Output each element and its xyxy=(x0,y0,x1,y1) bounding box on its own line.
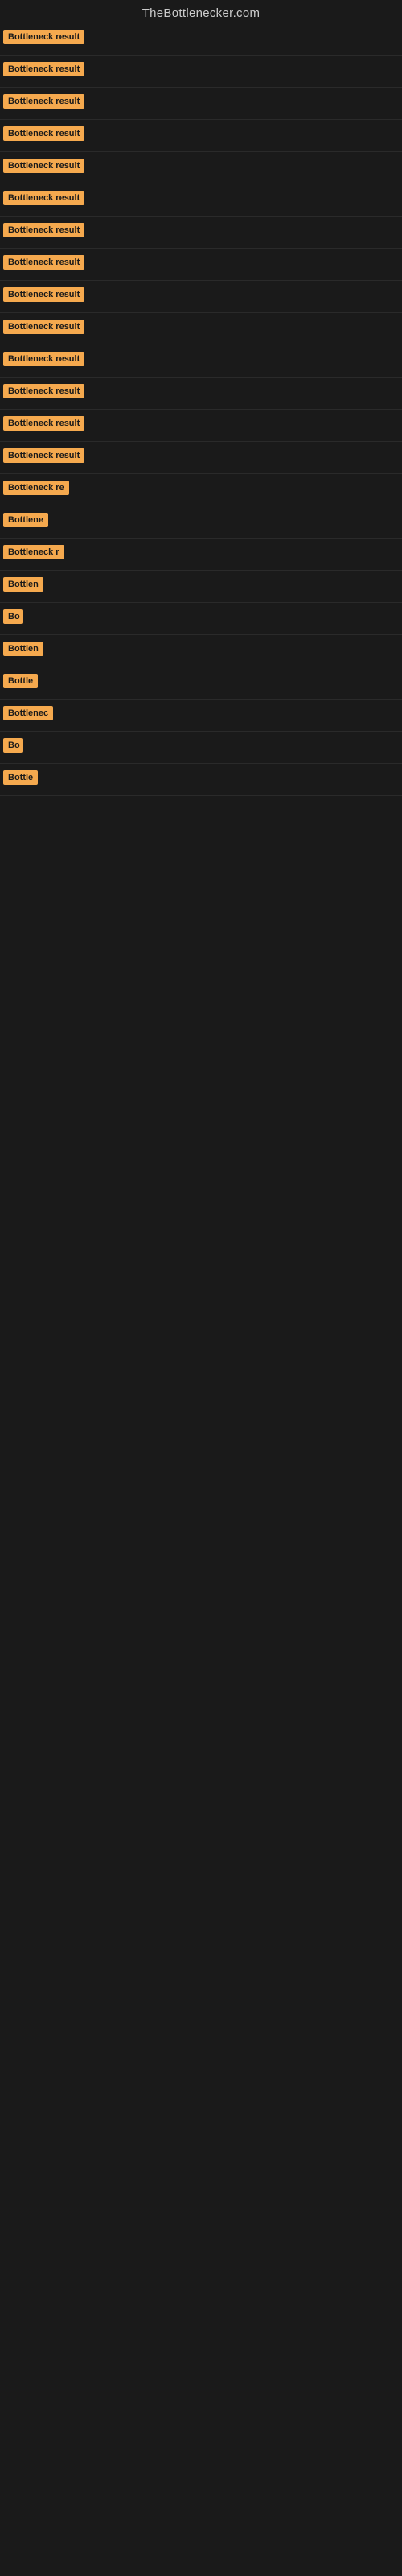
table-row: Bottleneck re xyxy=(0,474,402,506)
bottleneck-result-badge[interactable]: Bottleneck result xyxy=(3,448,84,463)
bottleneck-result-badge[interactable]: Bottleneck result xyxy=(3,287,84,302)
bottleneck-result-badge[interactable]: Bottlen xyxy=(3,577,43,592)
table-row: Bottleneck result xyxy=(0,410,402,442)
table-row: Bottleneck result xyxy=(0,120,402,152)
bottleneck-result-badge[interactable]: Bottle xyxy=(3,674,38,688)
table-row: Bottleneck result xyxy=(0,23,402,56)
bottleneck-result-badge[interactable]: Bottleneck result xyxy=(3,352,84,366)
table-row: Bottleneck r xyxy=(0,539,402,571)
table-row: Bottleneck result xyxy=(0,184,402,217)
table-row: Bo xyxy=(0,732,402,764)
bottleneck-result-badge[interactable]: Bottlene xyxy=(3,513,48,527)
bottleneck-result-badge[interactable]: Bottleneck result xyxy=(3,223,84,237)
table-row: Bottleneck result xyxy=(0,313,402,345)
table-row: Bottleneck result xyxy=(0,249,402,281)
bottleneck-result-badge[interactable]: Bottleneck result xyxy=(3,94,84,109)
bottleneck-result-badge[interactable]: Bottleneck result xyxy=(3,255,84,270)
table-row: Bottleneck result xyxy=(0,56,402,88)
bottleneck-result-badge[interactable]: Bottleneck result xyxy=(3,62,84,76)
bottleneck-result-badge[interactable]: Bottleneck r xyxy=(3,545,64,559)
site-header: TheBottlenecker.com xyxy=(0,0,402,23)
table-row: Bottleneck result xyxy=(0,442,402,474)
bottleneck-result-badge[interactable]: Bottlen xyxy=(3,642,43,656)
table-row: Bottleneck result xyxy=(0,345,402,378)
bottleneck-result-badge[interactable]: Bottle xyxy=(3,770,38,785)
bottleneck-result-badge[interactable]: Bottleneck result xyxy=(3,126,84,141)
table-row: Bottlen xyxy=(0,571,402,603)
site-title: TheBottlenecker.com xyxy=(0,0,402,23)
table-row: Bottleneck result xyxy=(0,217,402,249)
bottleneck-result-badge[interactable]: Bottleneck result xyxy=(3,416,84,431)
table-row: Bottlene xyxy=(0,506,402,539)
bottleneck-result-badge[interactable]: Bottleneck result xyxy=(3,30,84,44)
table-row: Bottle xyxy=(0,667,402,700)
bottleneck-result-badge[interactable]: Bottleneck re xyxy=(3,481,69,495)
table-row: Bo xyxy=(0,603,402,635)
table-row: Bottleneck result xyxy=(0,281,402,313)
table-row: Bottleneck result xyxy=(0,152,402,184)
table-row: Bottleneck result xyxy=(0,88,402,120)
table-row: Bottleneck result xyxy=(0,378,402,410)
rows-container: Bottleneck result Bottleneck result Bottle… xyxy=(0,23,402,796)
table-row: Bottlenec xyxy=(0,700,402,732)
bottleneck-result-badge[interactable]: Bo xyxy=(3,609,23,624)
table-row: Bottle xyxy=(0,764,402,796)
bottleneck-result-badge[interactable]: Bo xyxy=(3,738,23,753)
bottleneck-result-badge[interactable]: Bottleneck result xyxy=(3,384,84,398)
bottleneck-result-badge[interactable]: Bottlenec xyxy=(3,706,53,720)
bottleneck-result-badge[interactable]: Bottleneck result xyxy=(3,191,84,205)
table-row: Bottlen xyxy=(0,635,402,667)
bottleneck-result-badge[interactable]: Bottleneck result xyxy=(3,159,84,173)
bottleneck-result-badge[interactable]: Bottleneck result xyxy=(3,320,84,334)
